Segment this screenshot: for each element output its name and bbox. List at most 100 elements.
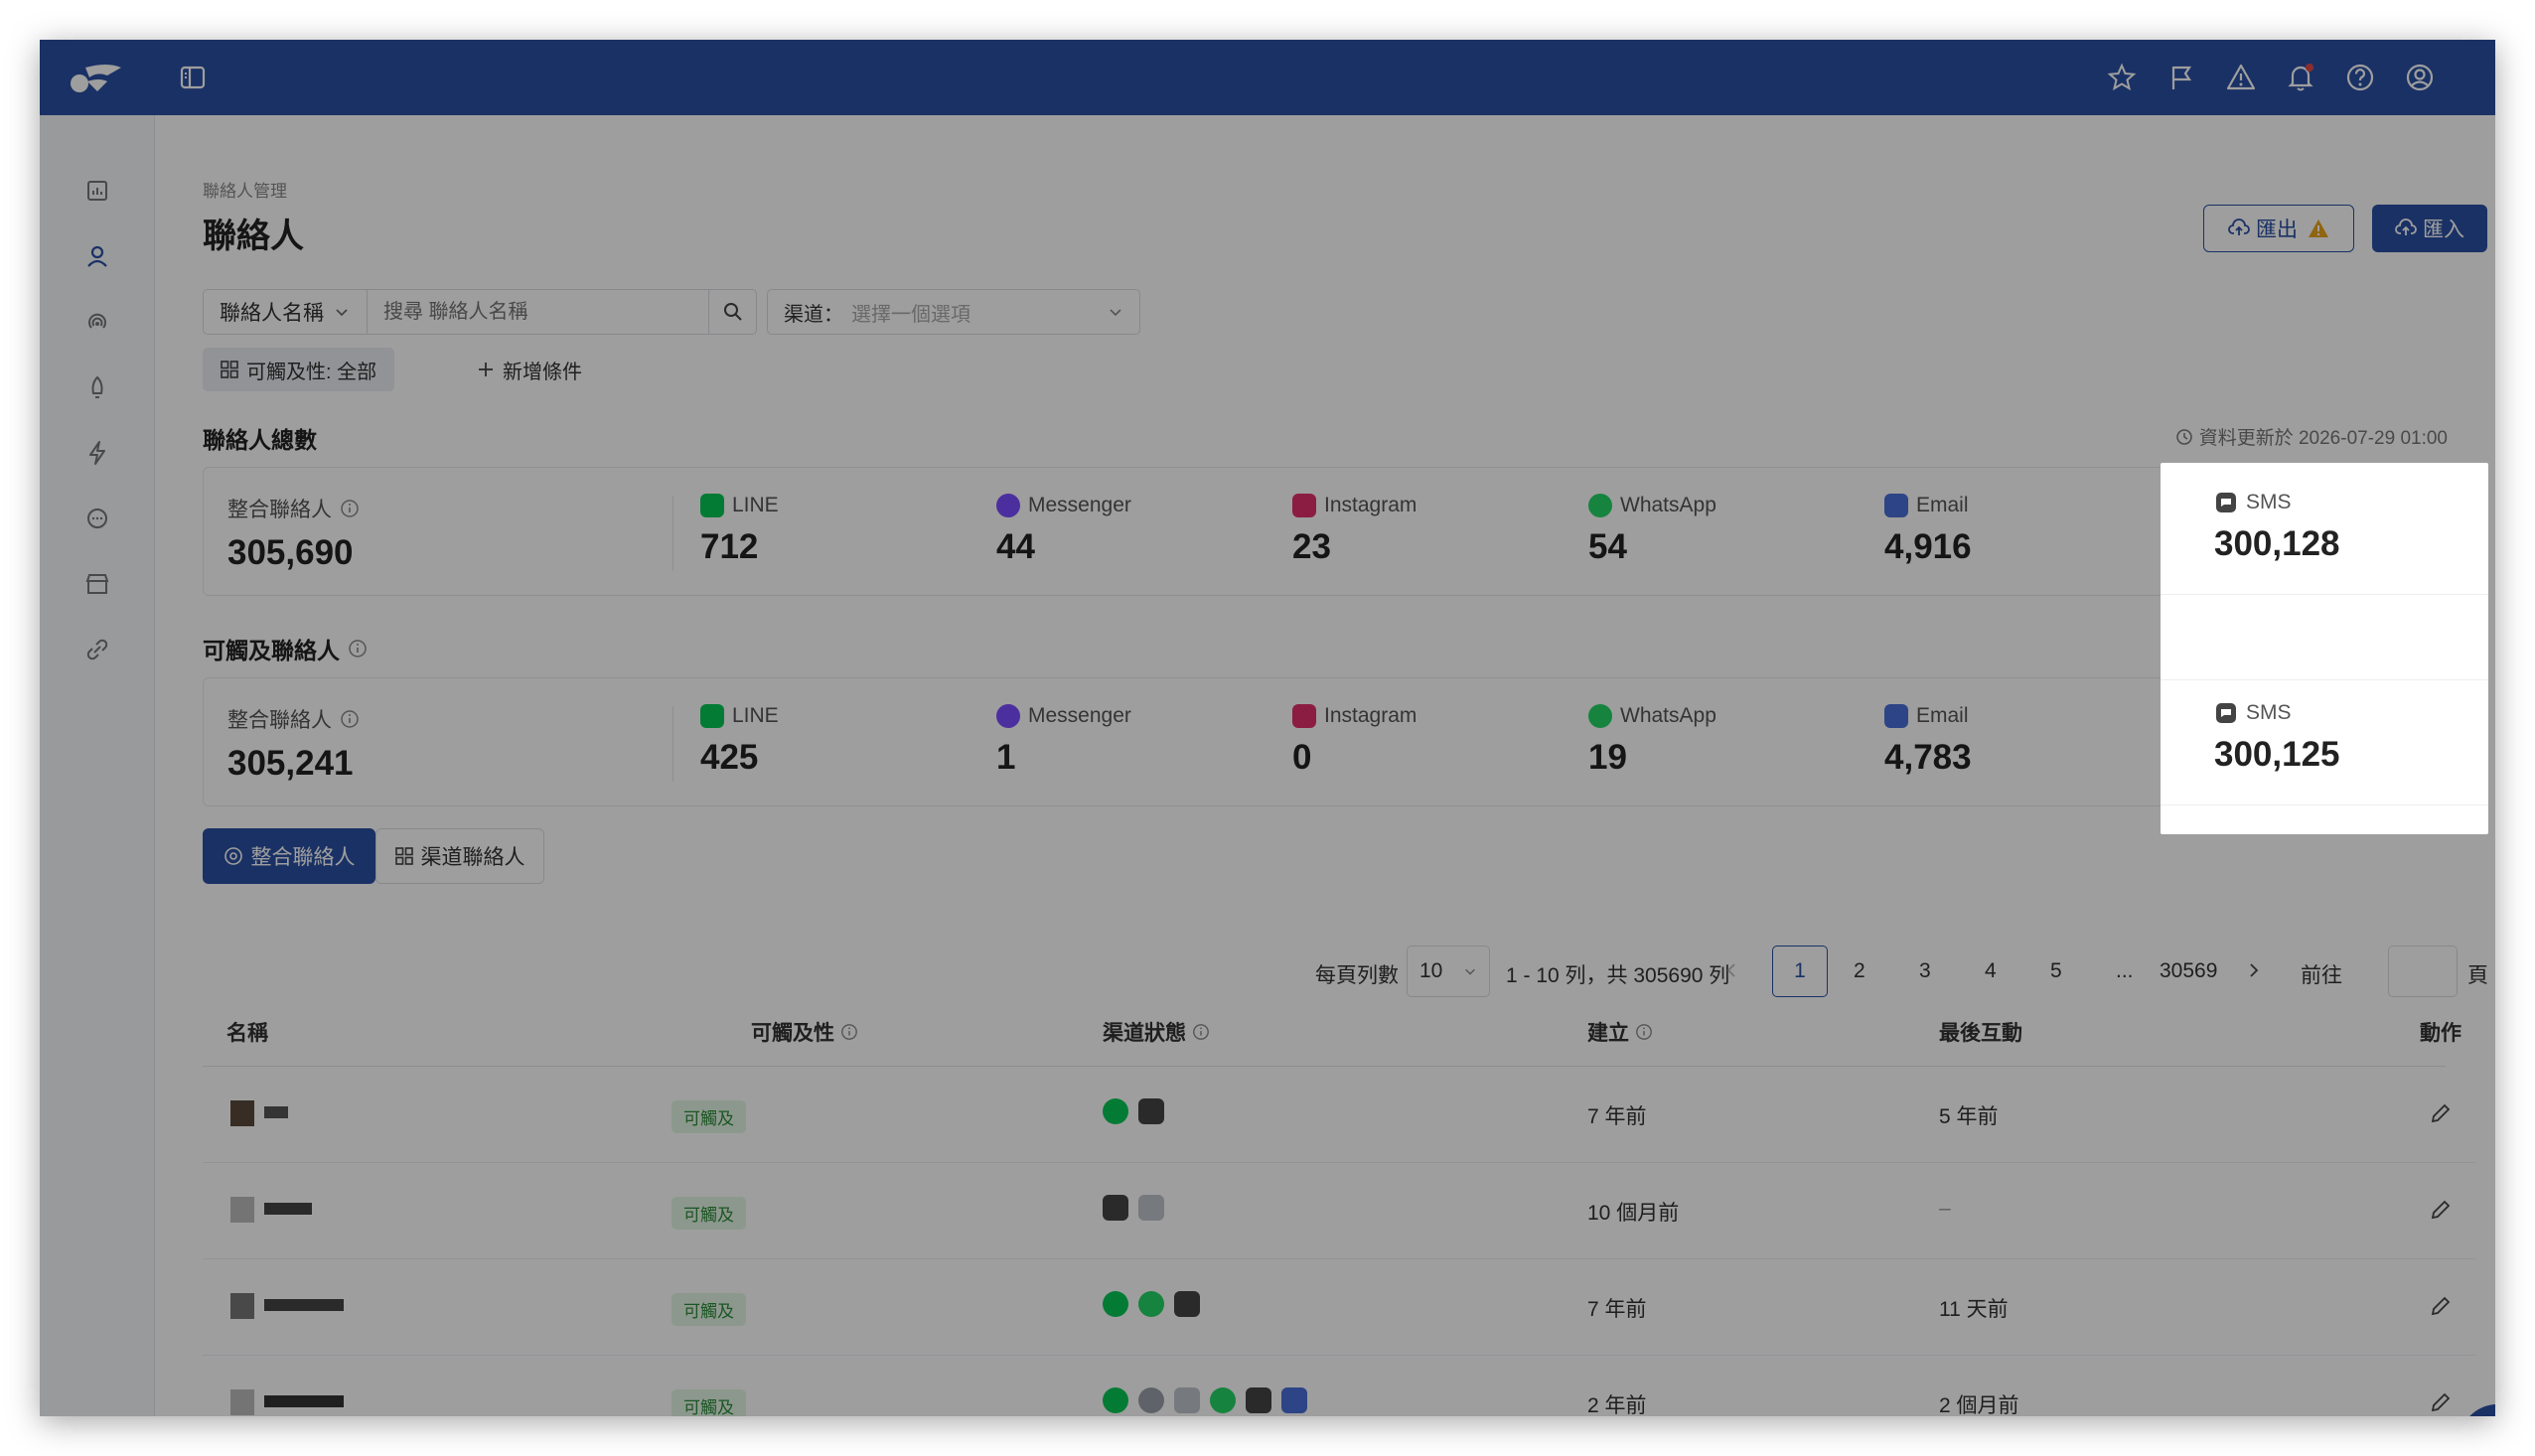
edit-icon[interactable] [2428, 1197, 2454, 1223]
data-updated-text: 資料更新於 2026-07-29 01:00 [2198, 428, 2448, 449]
user-account-icon[interactable] [2404, 62, 2436, 93]
last-interaction-cell: – [1939, 1197, 1951, 1220]
integration-icon[interactable] [83, 636, 111, 663]
warning-icon[interactable] [2225, 62, 2257, 93]
page-button-5[interactable]: 5 [2050, 959, 2062, 983]
app-window: 聯絡人管理 聯絡人 匯出 匯入 聯絡人名稱 渠道： 選擇一個選項 可觸及性: 全… [40, 40, 2495, 1416]
table-row[interactable]: 可觸及 7 年前 5 年前 [203, 1067, 2475, 1163]
edit-icon[interactable] [2428, 1100, 2454, 1126]
integrated-contact-icon [224, 847, 242, 865]
last-interaction-cell: 11 天前 [1939, 1298, 2009, 1321]
per-page-select[interactable]: 10 [1407, 946, 1490, 997]
col-last-interaction[interactable]: 最後互動 [1939, 1017, 2022, 1047]
goto-page-input[interactable] [2388, 946, 2458, 997]
whatsapp-icon [1138, 1291, 1164, 1317]
col-label: 渠道狀態 [1103, 1022, 1186, 1045]
info-icon[interactable] [1192, 1023, 1210, 1041]
stat-line: LINE 712 [700, 494, 779, 567]
stat-integrated: 整合聯絡人 305,241 [227, 704, 360, 784]
last-interaction-cell: 5 年前 [1939, 1105, 1999, 1128]
page-button-1[interactable]: 1 [1772, 946, 1828, 997]
export-warning-icon [2309, 219, 2328, 237]
whatsapp-icon [1210, 1387, 1236, 1413]
chat-icon[interactable] [83, 505, 111, 532]
page-button-3[interactable]: 3 [1919, 959, 1931, 983]
search-input[interactable] [368, 289, 709, 335]
info-icon[interactable] [340, 709, 360, 729]
status-badge: 可觸及 [671, 1389, 746, 1416]
star-icon[interactable] [2106, 62, 2138, 93]
col-name[interactable]: 名稱 [226, 1017, 268, 1047]
cloud-upload-icon [2395, 218, 2417, 235]
messenger-icon [1138, 1387, 1164, 1413]
stat-value: 305,690 [227, 533, 354, 572]
flag-icon[interactable] [2165, 62, 2197, 93]
prev-page-icon[interactable] [1722, 961, 1740, 979]
stat-line: LINE 425 [700, 704, 779, 778]
line-icon [700, 704, 724, 728]
col-actions: 動作 [2420, 1022, 2461, 1045]
table-row[interactable]: 可觸及 7 年前 11 天前 [203, 1259, 2475, 1356]
store-icon[interactable] [83, 570, 111, 598]
contacts-icon[interactable] [83, 242, 111, 270]
campaign-icon[interactable] [83, 373, 111, 401]
table-row[interactable]: 可觸及 10 個月前 – [203, 1163, 2475, 1259]
tab-label: 渠道聯絡人 [420, 846, 525, 869]
sidebar-toggle-icon[interactable] [179, 64, 207, 91]
dashboard-icon[interactable] [83, 177, 111, 205]
reachable-contacts-card: 整合聯絡人 305,241 LINE 425 Messenger 1 Instagr… [203, 677, 2446, 806]
stat-value: 712 [700, 527, 759, 566]
col-reachability[interactable]: 可觸及性 [751, 1017, 858, 1047]
info-icon[interactable] [348, 639, 368, 658]
contact-name-redacted [264, 1203, 312, 1215]
next-page-icon[interactable] [2245, 961, 2263, 979]
filter-field-label: 聯絡人名稱 [220, 302, 324, 325]
brand-logo-icon[interactable] [68, 58, 123, 97]
stat-value: 19 [1588, 738, 1627, 777]
stat-label: Instagram [1324, 494, 1417, 516]
info-icon[interactable] [1635, 1023, 1653, 1041]
stat-label: WhatsApp [1620, 494, 1716, 516]
export-button[interactable]: 匯出 [2203, 205, 2354, 252]
page-ellipsis: ... [2116, 959, 2134, 982]
breadcrumb[interactable]: 聯絡人管理 [203, 177, 287, 202]
broadcast-icon[interactable] [83, 308, 111, 336]
channel-label: 渠道： [784, 303, 843, 326]
range-text: 1 - 10 列，共 305690 列 [1506, 964, 1730, 987]
per-page-value: 10 [1419, 959, 1443, 982]
stat-whatsapp: WhatsApp 54 [1588, 494, 1716, 567]
stat-value: 300,125 [2214, 735, 2340, 774]
automation-icon[interactable] [83, 439, 111, 467]
page-button-last[interactable]: 30569 [2160, 959, 2217, 983]
stat-label: WhatsApp [1620, 704, 1716, 727]
instagram-icon [1174, 1387, 1200, 1413]
export-label: 匯出 [2256, 218, 2298, 241]
stat-label: SMS [2246, 701, 2292, 724]
tab-integrated-contacts[interactable]: 整合聯絡人 [203, 828, 375, 884]
search-button[interactable] [709, 289, 757, 335]
info-icon[interactable] [340, 499, 360, 518]
filter-field-select[interactable]: 聯絡人名稱 [203, 289, 368, 335]
info-icon[interactable] [840, 1023, 858, 1041]
page-button-4[interactable]: 4 [1985, 959, 1997, 983]
reachability-filter-chip[interactable]: 可觸及性: 全部 [203, 348, 395, 391]
chevron-down-icon [1465, 968, 1475, 975]
stat-value: 0 [1292, 738, 1312, 777]
chevron-down-icon [1110, 309, 1121, 317]
tab-channel-contacts[interactable]: 渠道聯絡人 [375, 828, 544, 884]
add-condition-button[interactable]: 新增條件 [477, 348, 582, 391]
col-channel-status[interactable]: 渠道狀態 [1103, 1017, 1210, 1047]
stat-value: 44 [996, 527, 1035, 566]
col-created[interactable]: 建立 [1587, 1017, 1653, 1047]
import-button[interactable]: 匯入 [2372, 205, 2487, 252]
channel-select[interactable]: 渠道： 選擇一個選項 [767, 289, 1140, 335]
page-button-2[interactable]: 2 [1854, 959, 1865, 983]
edit-icon[interactable] [2428, 1389, 2454, 1415]
bell-icon[interactable] [2285, 62, 2316, 93]
edit-icon[interactable] [2428, 1293, 2454, 1319]
line-icon [1103, 1387, 1128, 1413]
help-icon[interactable] [2344, 62, 2376, 93]
divider [672, 496, 673, 571]
email-icon [1281, 1387, 1307, 1413]
table-row[interactable]: 可觸及 2 年前 2 個月前 [203, 1356, 2475, 1416]
